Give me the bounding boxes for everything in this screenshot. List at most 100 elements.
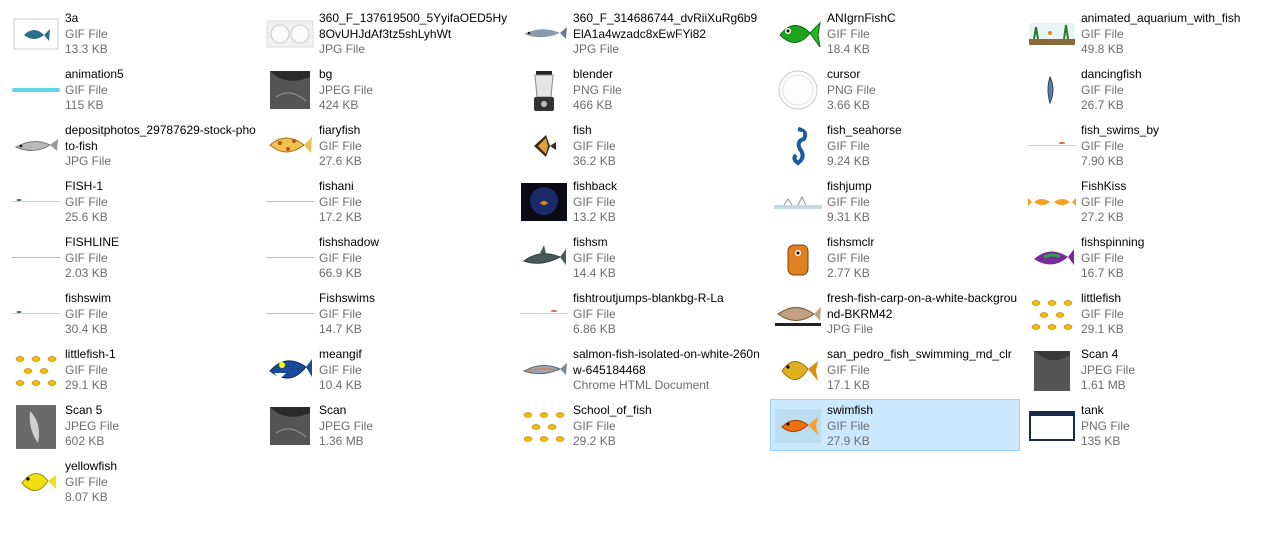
file-name: depositphotos_29787629-stock-photo-fish bbox=[65, 123, 256, 153]
file-tile[interactable]: fish GIF File 36.2 KB bbox=[516, 119, 766, 171]
file-tile[interactable]: fiaryfish GIF File 27.6 KB bbox=[262, 119, 512, 171]
file-tile[interactable]: FishKiss GIF File 27.2 KB bbox=[1024, 175, 1274, 227]
file-tile[interactable]: School_of_fish GIF File 29.2 KB bbox=[516, 399, 766, 451]
file-type: GIF File bbox=[1081, 194, 1124, 209]
water-splash-thumbnail bbox=[774, 179, 822, 225]
file-size: 25.6 KB bbox=[65, 210, 108, 224]
file-name: tank bbox=[1081, 403, 1104, 417]
file-details: san_pedro_fish_swimming_md_clr GIF File 17… bbox=[827, 347, 1019, 394]
file-details: FISHLINE GIF File 2.03 KB bbox=[65, 235, 257, 282]
file-size: 16.7 KB bbox=[1081, 266, 1124, 280]
line-thumbnail bbox=[266, 179, 314, 225]
file-details: bg JPEG File 424 KB bbox=[319, 67, 511, 114]
file-type: GIF File bbox=[827, 362, 870, 377]
file-details: fiaryfish GIF File 27.6 KB bbox=[319, 123, 511, 170]
file-tile[interactable]: 3a GIF File 13.3 KB bbox=[8, 7, 258, 59]
file-name: School_of_fish bbox=[573, 403, 652, 417]
file-type: GIF File bbox=[827, 194, 870, 209]
file-tile[interactable]: fishshadow GIF File 66.9 KB bbox=[262, 231, 512, 283]
file-details: fishswim GIF File 30.4 KB bbox=[65, 291, 257, 338]
file-details: dancingfish GIF File 26.7 KB bbox=[1081, 67, 1273, 114]
dark-texture-thumbnail bbox=[266, 67, 314, 113]
file-tile[interactable]: san_pedro_fish_swimming_md_clr GIF File 17… bbox=[770, 343, 1020, 395]
file-tile[interactable]: fresh-fish-carp-on-a-white-background-BK… bbox=[770, 287, 1020, 339]
tiny-fish-thumbnail bbox=[1028, 123, 1076, 169]
carp-thumbnail bbox=[774, 291, 822, 337]
file-size: 9.31 KB bbox=[827, 210, 870, 224]
file-tile[interactable]: cursor PNG File 3.66 KB bbox=[770, 63, 1020, 115]
file-tile[interactable]: fishswim GIF File 30.4 KB bbox=[8, 287, 258, 339]
file-tile[interactable]: dancingfish GIF File 26.7 KB bbox=[1024, 63, 1274, 115]
file-tile[interactable]: tank PNG File 135 KB bbox=[1024, 399, 1274, 451]
file-details: School_of_fish GIF File 29.2 KB bbox=[573, 403, 765, 450]
file-name: Scan 4 bbox=[1081, 347, 1119, 361]
file-type: GIF File bbox=[65, 82, 108, 97]
file-tile[interactable]: Fishswims GIF File 14.7 KB bbox=[262, 287, 512, 339]
file-size: 135 KB bbox=[1081, 434, 1121, 448]
dark-scan-thumbnail bbox=[1028, 347, 1076, 393]
file-tile[interactable]: 360_F_137619500_5YyifaOED5Hy8OvUHJdAf3tz… bbox=[262, 7, 512, 59]
file-type: GIF File bbox=[573, 250, 616, 265]
file-details: fishtroutjumps-blankbg-R-La GIF File 6.86 … bbox=[573, 291, 765, 338]
file-size: 27.2 KB bbox=[1081, 210, 1124, 224]
file-name: meangif bbox=[319, 347, 362, 361]
file-tile[interactable]: fishjump GIF File 9.31 KB bbox=[770, 175, 1020, 227]
file-tile[interactable]: fishtroutjumps-blankbg-R-La GIF File 6.86 … bbox=[516, 287, 766, 339]
dark-texture-thumbnail bbox=[266, 403, 314, 449]
file-name: FishKiss bbox=[1081, 179, 1127, 193]
file-type: GIF File bbox=[573, 194, 616, 209]
file-details: Scan 4 JPEG File 1.61 MB bbox=[1081, 347, 1273, 394]
file-name: fishswim bbox=[65, 291, 112, 305]
file-type: JPEG File bbox=[65, 418, 120, 433]
file-tile[interactable]: bg JPEG File 424 KB bbox=[262, 63, 512, 115]
file-tile[interactable]: 360_F_314686744_dvRiiXuRg6b9ElA1a4wzadc8… bbox=[516, 7, 766, 59]
fish-school-thumbnail bbox=[520, 403, 568, 449]
file-tile[interactable]: fishsm GIF File 14.4 KB bbox=[516, 231, 766, 283]
file-name: salmon-fish-isolated-on-white-260nw-6451… bbox=[573, 347, 760, 377]
yellow-tang-thumbnail bbox=[12, 459, 60, 505]
file-tile[interactable]: fishspinning GIF File 16.7 KB bbox=[1024, 231, 1274, 283]
file-type: JPG File bbox=[319, 42, 366, 56]
file-tile[interactable]: FISH-1 GIF File 25.6 KB bbox=[8, 175, 258, 227]
file-type: GIF File bbox=[319, 362, 362, 377]
file-tile[interactable]: fishani GIF File 17.2 KB bbox=[262, 175, 512, 227]
file-tile[interactable]: fishsmclr GIF File 2.77 KB bbox=[770, 231, 1020, 283]
file-tile[interactable]: littlefish GIF File 29.1 KB bbox=[1024, 287, 1274, 339]
fishbowl-dark-thumbnail bbox=[520, 179, 568, 225]
file-details: littlefish-1 GIF File 29.1 KB bbox=[65, 347, 257, 394]
file-tile[interactable]: salmon-fish-isolated-on-white-260nw-6451… bbox=[516, 343, 766, 395]
file-tile[interactable]: littlefish-1 GIF File 29.1 KB bbox=[8, 343, 258, 395]
angelfish-thumbnail bbox=[520, 123, 568, 169]
file-tile[interactable]: swimfish GIF File 27.9 KB bbox=[770, 399, 1020, 451]
blender-thumbnail bbox=[520, 67, 568, 113]
file-tile[interactable]: yellowfish GIF File 8.07 KB bbox=[8, 455, 258, 507]
file-tile[interactable]: Scan 4 JPEG File 1.61 MB bbox=[1024, 343, 1274, 395]
shark-thumbnail bbox=[520, 235, 568, 281]
file-tile[interactable]: animated_aquarium_with_fish GIF File 49.8 … bbox=[1024, 7, 1274, 59]
file-type: GIF File bbox=[65, 26, 108, 41]
file-tile[interactable]: animation5 GIF File 115 KB bbox=[8, 63, 258, 115]
aquarium-thumbnail bbox=[1028, 11, 1076, 57]
file-tile[interactable]: Scan 5 JPEG File 602 KB bbox=[8, 399, 258, 451]
file-list-tiles: 3a GIF File 13.3 KB 360_F_137619500_5YyifaO… bbox=[8, 7, 1273, 547]
file-tile[interactable]: fish_seahorse GIF File 9.24 KB bbox=[770, 119, 1020, 171]
file-tile[interactable]: fish_swims_by GIF File 7.90 KB bbox=[1024, 119, 1274, 171]
tiny-blue-fish-thumbnail bbox=[12, 291, 60, 337]
file-details: fishshadow GIF File 66.9 KB bbox=[319, 235, 511, 282]
file-name: fiaryfish bbox=[319, 123, 361, 137]
file-type: JPEG File bbox=[1081, 362, 1136, 377]
file-type: GIF File bbox=[65, 194, 108, 209]
file-size: 2.03 KB bbox=[65, 266, 108, 280]
fish-school-thumbnail bbox=[1028, 291, 1076, 337]
tiny-blue-fish-thumbnail bbox=[12, 179, 60, 225]
file-type: Chrome HTML Document bbox=[573, 378, 710, 392]
file-name: Fishswims bbox=[319, 291, 375, 305]
file-tile[interactable]: blender PNG File 466 KB bbox=[516, 63, 766, 115]
file-tile[interactable]: fishback GIF File 13.2 KB bbox=[516, 175, 766, 227]
file-tile[interactable]: Scan JPEG File 1.36 MB bbox=[262, 399, 512, 451]
file-tile[interactable]: ANIgrnFishC GIF File 18.4 KB bbox=[770, 7, 1020, 59]
file-tile[interactable]: depositphotos_29787629-stock-photo-fish J… bbox=[8, 119, 258, 171]
file-tile[interactable]: meangif GIF File 10.4 KB bbox=[262, 343, 512, 395]
file-tile[interactable]: FISHLINE GIF File 2.03 KB bbox=[8, 231, 258, 283]
file-details: Fishswims GIF File 14.7 KB bbox=[319, 291, 511, 338]
